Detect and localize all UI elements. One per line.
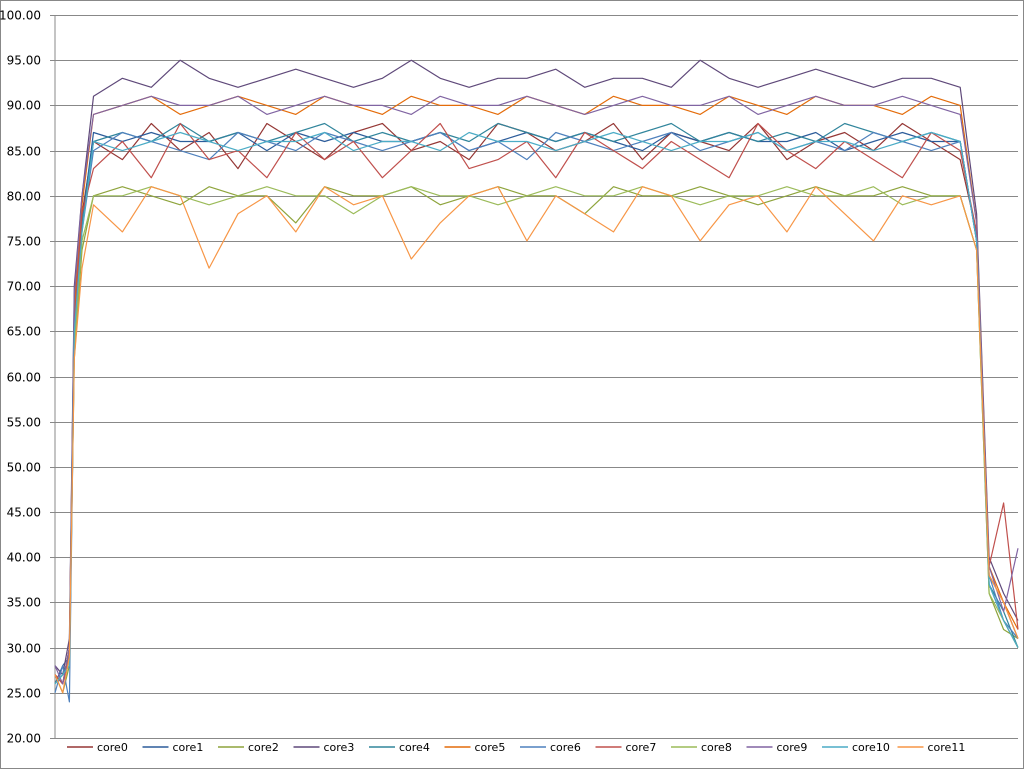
y-tick-label: 70.00 — [7, 280, 41, 294]
y-tick-label: 55.00 — [7, 416, 41, 430]
line-chart: 20.00 25.00 30.00 35.00 40.00 45.00 50.00 55.00… — [0, 9, 1019, 754]
legend-label-core9: core9 — [777, 741, 808, 754]
legend-label-core7: core7 — [626, 741, 657, 754]
series-line-core5 — [54, 95, 1019, 685]
y-tick-label: 85.00 — [7, 145, 41, 159]
legend-label-core3: core3 — [324, 741, 355, 754]
y-tick-label: 50.00 — [7, 461, 41, 475]
series-line-core4 — [54, 122, 1019, 685]
y-tick-label: 30.00 — [7, 642, 41, 656]
gridlines — [50, 15, 1018, 739]
legend: core0 core1 core2 core3 core4 core5 core6 core7… — [67, 741, 965, 754]
y-tick-label: 75.00 — [7, 235, 41, 249]
y-tick-label: 35.00 — [7, 596, 41, 610]
y-tick-label: 90.00 — [7, 99, 41, 113]
y-tick-label: 20.00 — [7, 732, 41, 746]
series-lines — [54, 59, 1019, 703]
legend-label-core2: core2 — [248, 741, 279, 754]
y-tick-label: 45.00 — [7, 506, 41, 520]
series-line-core8 — [54, 186, 1019, 685]
y-axis-ticks: 20.00 25.00 30.00 35.00 40.00 45.00 50.00 55.00… — [0, 9, 41, 746]
series-line-core1 — [54, 131, 1019, 685]
legend-label-core0: core0 — [97, 741, 128, 754]
y-tick-label: 100.00 — [0, 9, 41, 23]
y-tick-label: 95.00 — [7, 54, 41, 68]
series-line-core9 — [54, 95, 1019, 685]
series-line-core10 — [54, 131, 1019, 685]
series-line-core0 — [54, 122, 1019, 685]
legend-label-core4: core4 — [399, 741, 430, 754]
series-line-core11 — [54, 186, 1019, 694]
legend-label-core8: core8 — [701, 741, 732, 754]
y-tick-label: 40.00 — [7, 551, 41, 565]
legend-label-core1: core1 — [173, 741, 204, 754]
legend-label-core5: core5 — [475, 741, 506, 754]
series-line-core2 — [54, 186, 1019, 694]
legend-label-core10: core10 — [852, 741, 890, 754]
legend-label-core11: core11 — [928, 741, 966, 754]
series-line-core7 — [54, 122, 1019, 685]
y-tick-label: 60.00 — [7, 371, 41, 385]
y-tick-label: 65.00 — [7, 325, 41, 339]
legend-label-core6: core6 — [550, 741, 581, 754]
series-line-core3 — [54, 59, 1019, 676]
series-line-core6 — [54, 131, 1019, 703]
y-tick-label: 80.00 — [7, 190, 41, 204]
y-tick-label: 25.00 — [7, 687, 41, 701]
